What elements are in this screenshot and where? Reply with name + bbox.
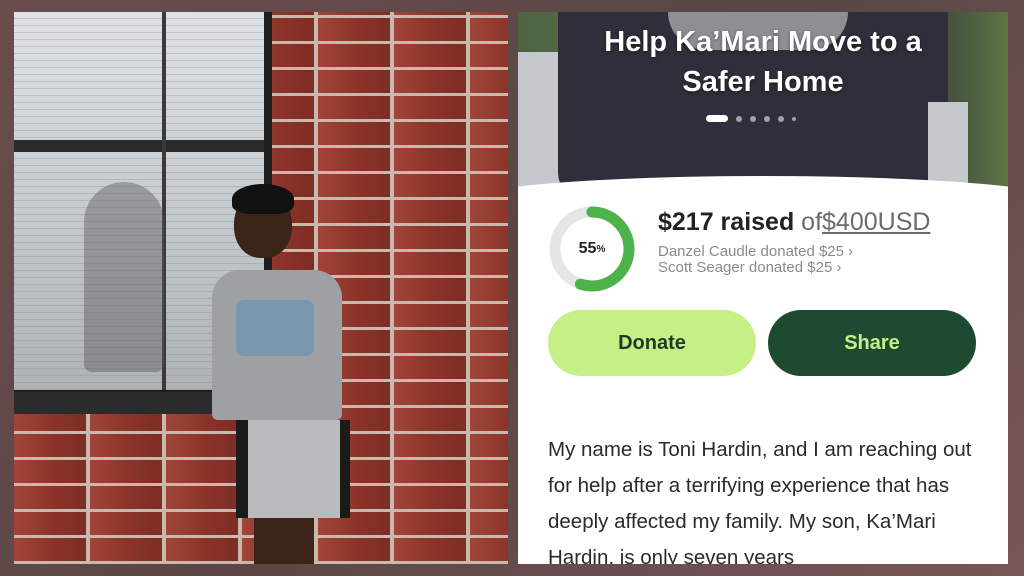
carousel-dot-3[interactable] [750, 115, 756, 122]
fundraiser-panel: Help Ka’Mari Move to a Safer Home 55% $2… [518, 12, 1008, 564]
carousel-dot-4[interactable] [764, 115, 770, 122]
chevron-right-icon: › [848, 243, 854, 260]
raised-amount: $217 raised [658, 208, 795, 236]
progress-percent-value: 55 [578, 240, 597, 257]
progress-ring: 55% [548, 205, 636, 293]
carousel-dot-6[interactable] [792, 116, 796, 121]
goal-amount[interactable]: $400USD [822, 208, 930, 236]
donation-item[interactable]: Danzel Caudle donated $25 › [658, 244, 853, 260]
carousel-dots [706, 115, 796, 122]
carousel-dot-1[interactable] [706, 115, 728, 122]
progress-percent-sign: % [596, 243, 606, 255]
donation-item[interactable]: Scott Seager donated $25 › [658, 260, 853, 276]
amount-raised: $217 raised of$400USD [658, 208, 930, 237]
campaign-photo [14, 12, 508, 564]
carousel-dot-5[interactable] [778, 115, 784, 122]
chevron-right-icon: › [836, 259, 842, 276]
donation-text: Scott Seager donated $25 [658, 259, 833, 276]
hero-image-carousel[interactable]: Help Ka’Mari Move to a Safer Home [518, 12, 1008, 202]
raised-of-label: of [801, 208, 823, 236]
share-button[interactable]: Share [768, 310, 976, 376]
recent-donations: Danzel Caudle donated $25 › Scott Seager… [658, 244, 853, 276]
donate-button[interactable]: Donate [548, 310, 756, 376]
donation-text: Danzel Caudle donated $25 [658, 243, 844, 260]
progress-percent: 55% [548, 205, 636, 293]
child-figure [206, 182, 356, 564]
campaign-story: My name is Toni Hardin, and I am reachin… [548, 438, 972, 564]
campaign-title: Help Ka’Mari Move to a Safer Home [604, 26, 922, 98]
carousel-dot-2[interactable] [736, 115, 742, 122]
